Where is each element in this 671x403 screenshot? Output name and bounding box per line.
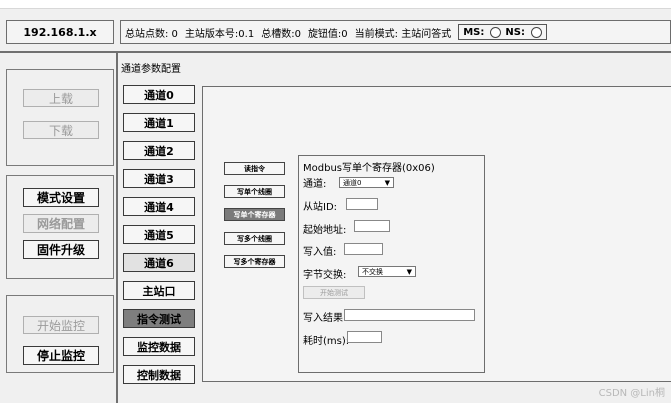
status-master-version: 主站版本号:0.1 — [184, 28, 255, 40]
write-single-coil-button[interactable]: 写单个线圈 — [224, 185, 285, 198]
firmware-upgrade-button[interactable]: 固件升级 — [23, 240, 99, 259]
tab-channel-1[interactable]: 通道1 — [123, 113, 195, 132]
start-address-input[interactable] — [354, 220, 390, 232]
chevron-down-icon: ▼ — [384, 178, 390, 187]
tab-channel-3[interactable]: 通道3 — [123, 169, 195, 188]
slave-id-input[interactable] — [346, 198, 378, 210]
write-result-field — [344, 309, 475, 321]
network-config-button[interactable]: 网络配置 — [23, 214, 99, 233]
status-total-stations: 总站点数: 0 — [125, 28, 178, 40]
channel-select-value: 通道0 — [343, 178, 362, 187]
byte-swap-select[interactable]: 不交换 ▼ — [358, 266, 416, 277]
byte-swap-select-value: 不交换 — [362, 267, 383, 276]
panel-title: Modbus写单个寄存器(0x06) — [303, 163, 435, 174]
watermark: CSDN @Lin桐 — [598, 388, 665, 399]
channel-config-title: 通道参数配置 — [121, 64, 181, 75]
ip-address-box: 192.168.1.x — [6, 20, 114, 44]
tab-channel-0[interactable]: 通道0 — [123, 85, 195, 104]
write-multiple-registers-button[interactable]: 写多个寄存器 — [224, 255, 285, 268]
tab-master-port[interactable]: 主站口 — [123, 281, 195, 300]
start-address-label: 起始地址: — [303, 225, 347, 236]
ms-led-icon — [490, 26, 502, 38]
tab-channel-2[interactable]: 通道2 — [123, 141, 195, 160]
ip-address: 192.168.1.x — [23, 25, 97, 39]
ms-ns-indicator: MS: NS: — [458, 24, 547, 40]
header-divider — [0, 51, 671, 53]
tab-channel-6[interactable]: 通道6 — [123, 253, 195, 272]
tab-control-data[interactable]: 控制数据 — [123, 365, 195, 384]
status-current-mode: 当前模式: 主站问答式 — [354, 28, 452, 40]
ns-label: NS: — [505, 26, 525, 38]
slave-id-label: 从站ID: — [303, 202, 338, 213]
tab-channel-5[interactable]: 通道5 — [123, 225, 195, 244]
start-test-button[interactable]: 开始测试 — [303, 286, 365, 299]
write-value-input[interactable] — [344, 243, 383, 255]
write-single-register-button[interactable]: 写单个寄存器 — [224, 208, 285, 221]
download-button[interactable]: 下载 — [23, 121, 99, 139]
status-bar: 总站点数: 0 主站版本号:0.1 总槽数:0 旋钮值:0 当前模式: 主站问答… — [120, 20, 671, 44]
upload-button[interactable]: 上载 — [23, 89, 99, 107]
write-result-label: 写入结果: — [303, 313, 347, 324]
channel-select[interactable]: 通道0 ▼ — [339, 177, 394, 188]
read-command-button[interactable]: 读指令 — [224, 162, 285, 175]
write-multiple-coils-button[interactable]: 写多个线圈 — [224, 232, 285, 245]
status-total-slots: 总槽数:0 — [261, 28, 301, 40]
tab-command-test[interactable]: 指令测试 — [123, 309, 195, 328]
stop-monitor-button[interactable]: 停止监控 — [23, 346, 99, 365]
byte-swap-label: 字节交换: — [303, 270, 347, 281]
status-knob-value: 旋钮值:0 — [307, 28, 348, 40]
upload-download-group — [6, 69, 114, 166]
channel-label: 通道: — [303, 179, 327, 190]
chevron-down-icon: ▼ — [406, 267, 412, 276]
mode-settings-button[interactable]: 模式设置 — [23, 188, 99, 207]
ms-label: MS: — [463, 26, 485, 38]
start-monitor-button[interactable]: 开始监控 — [23, 316, 99, 334]
top-strip — [0, 0, 671, 9]
elapsed-time-field — [347, 331, 382, 343]
elapsed-time-label: 耗时(ms): — [303, 336, 350, 347]
tab-channel-4[interactable]: 通道4 — [123, 197, 195, 216]
sidebar-divider — [116, 51, 118, 403]
tab-monitor-data[interactable]: 监控数据 — [123, 337, 195, 356]
ns-led-icon — [530, 26, 542, 38]
write-value-label: 写入值: — [303, 247, 337, 258]
